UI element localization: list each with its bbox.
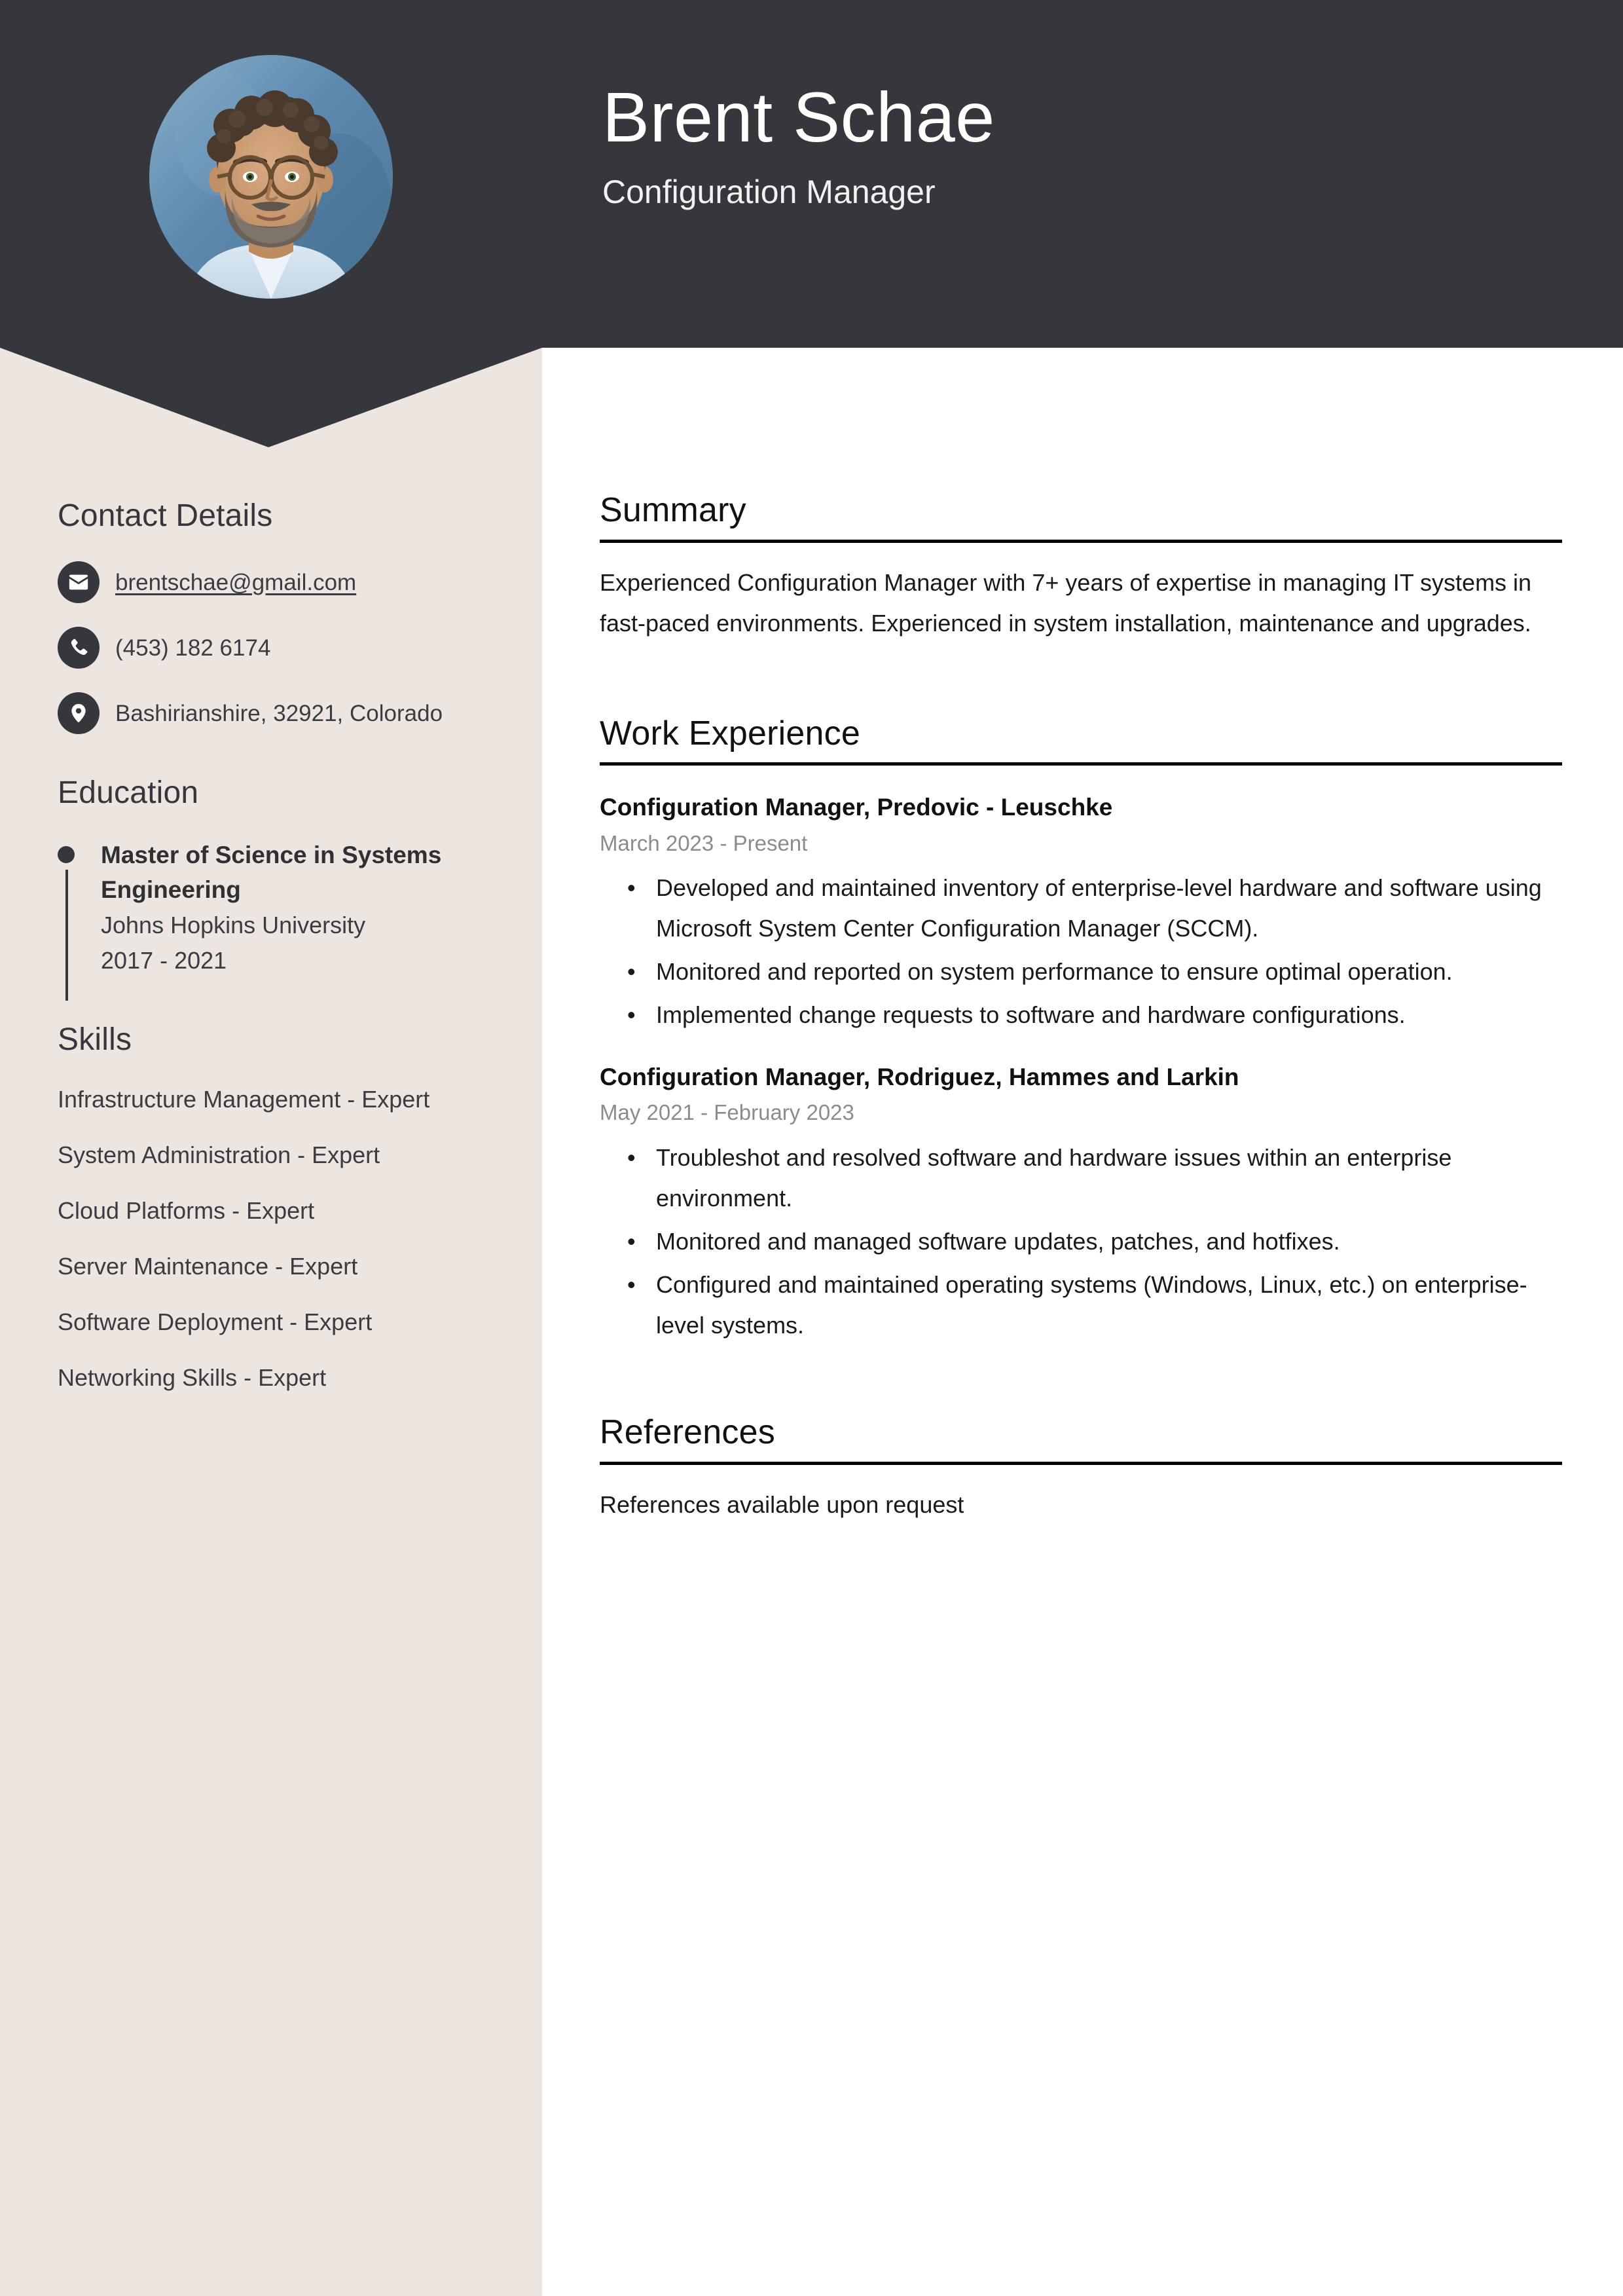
phone-value[interactable]: (453) 182 6174 xyxy=(115,627,270,665)
education-dates: 2017 - 2021 xyxy=(101,946,227,974)
section-divider xyxy=(600,762,1562,766)
resume-page: Brent Schae Configuration Manager Contac… xyxy=(0,0,1623,2296)
contact-details-heading: Contact Details xyxy=(58,498,273,533)
list-item: Monitored and reported on system perform… xyxy=(627,952,1562,992)
contact-item-phone[interactable]: (453) 182 6174 xyxy=(58,627,490,669)
skills-section: Skills Infrastructure Management - Exper… xyxy=(58,1022,490,1395)
sidebar: Contact Details brentschae@gmail.com (45… xyxy=(58,498,490,1417)
education-section: Education Master of Science in Systems E… xyxy=(58,775,490,1001)
education-heading: Education xyxy=(58,775,199,811)
skills-list: Infrastructure Management - Expert Syste… xyxy=(58,1083,490,1395)
contact-item-email[interactable]: brentschae@gmail.com xyxy=(58,561,490,604)
list-item: Configured and maintained operating syst… xyxy=(627,1265,1562,1346)
work-experience-heading: Work Experience xyxy=(600,714,860,752)
references-text: References available upon request xyxy=(600,1491,964,1519)
work-entry-dates: May 2021 - February 2023 xyxy=(600,1100,854,1125)
job-title-subtitle: Configuration Manager xyxy=(602,173,936,210)
list-item: Server Maintenance - Expert xyxy=(58,1253,358,1280)
header-identity: Brent Schae Configuration Manager xyxy=(602,77,1519,212)
main-content: Summary Experienced Configuration Manage… xyxy=(600,491,1562,1525)
work-entry: Configuration Manager, Predovic - Leusch… xyxy=(600,792,1562,1035)
avatar-photo xyxy=(149,55,393,299)
summary-heading: Summary xyxy=(600,491,746,529)
contact-item-address: Bashirianshire, 32921, Colorado xyxy=(58,692,490,735)
education-degree: Master of Science in Systems Engineering xyxy=(101,842,442,903)
summary-text: Experienced Configuration Manager with 7… xyxy=(600,568,1532,637)
phone-icon xyxy=(58,627,100,669)
list-item: Developed and maintained inventory of en… xyxy=(627,868,1562,949)
list-item: Implemented change requests to software … xyxy=(627,995,1562,1035)
list-item: Troubleshot and resolved software and ha… xyxy=(627,1138,1562,1219)
email-value[interactable]: brentschae@gmail.com xyxy=(115,561,356,600)
work-entry-title: Configuration Manager, Rodriguez, Hammes… xyxy=(600,1063,1239,1090)
work-entry: Configuration Manager, Rodriguez, Hammes… xyxy=(600,1062,1562,1345)
list-item: Cloud Platforms - Expert xyxy=(58,1197,315,1225)
list-item: Software Deployment - Expert xyxy=(58,1308,373,1336)
address-value: Bashirianshire, 32921, Colorado xyxy=(115,701,443,727)
work-entry-dates: March 2023 - Present xyxy=(600,830,808,855)
contact-details-section: Contact Details brentschae@gmail.com (45… xyxy=(58,498,490,735)
education-school: Johns Hopkins University xyxy=(101,912,366,939)
avatar xyxy=(149,55,393,299)
list-item: Monitored and managed software updates, … xyxy=(627,1221,1562,1262)
page-title: Brent Schae xyxy=(602,77,995,157)
references-section: References References available upon req… xyxy=(600,1413,1562,1525)
work-experience-section: Work Experience Configuration Manager, P… xyxy=(600,714,1562,1346)
section-divider xyxy=(600,1462,1562,1466)
references-heading: References xyxy=(600,1413,775,1452)
summary-section: Summary Experienced Configuration Manage… xyxy=(600,491,1562,644)
skills-heading: Skills xyxy=(58,1022,132,1057)
location-pin-icon xyxy=(58,692,100,735)
list-item: Networking Skills - Expert xyxy=(58,1364,327,1392)
contact-list: brentschae@gmail.com (453) 182 6174 Bash… xyxy=(58,561,490,735)
envelope-icon xyxy=(58,561,100,604)
work-entry-bullets: Troubleshot and resolved software and ha… xyxy=(600,1138,1562,1346)
timeline-dot-icon xyxy=(58,846,75,864)
work-entry-bullets: Developed and maintained inventory of en… xyxy=(600,868,1562,1035)
education-entry: Master of Science in Systems Engineering… xyxy=(58,838,490,1001)
list-item: System Administration - Expert xyxy=(58,1141,380,1168)
work-entry-title: Configuration Manager, Predovic - Leusch… xyxy=(600,794,1113,821)
timeline-line xyxy=(65,870,68,1001)
section-divider xyxy=(600,539,1562,543)
list-item: Infrastructure Management - Expert xyxy=(58,1085,430,1113)
